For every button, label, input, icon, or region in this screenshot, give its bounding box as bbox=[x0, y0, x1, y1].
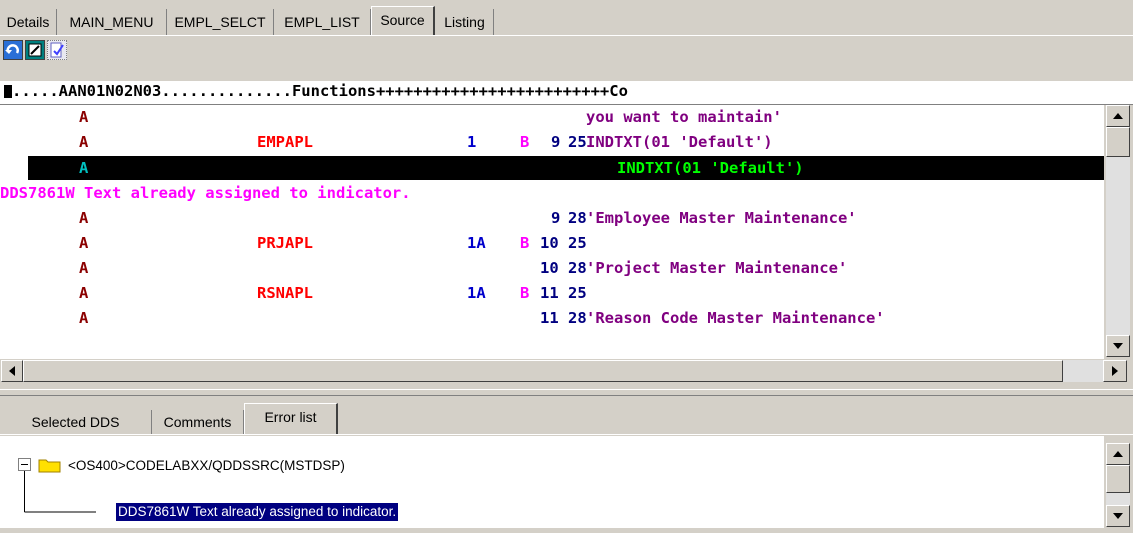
functions-col: 'Employee Master Maintenance' bbox=[586, 209, 857, 227]
length-col: 1A bbox=[467, 284, 486, 302]
col-col: 25 bbox=[568, 234, 587, 252]
error-scroll-track[interactable] bbox=[1106, 493, 1130, 505]
error-list-vertical-scrollbar[interactable] bbox=[1104, 436, 1131, 528]
tab-selected-dds[interactable]: Selected DDS bbox=[0, 410, 152, 434]
horizontal-scroll-track[interactable] bbox=[1063, 360, 1103, 382]
selected-source-line[interactable]: A INDTXT(01 'Default') bbox=[28, 156, 1104, 180]
source-line[interactable]: A 9 28 'Employee Master Maintenance' bbox=[0, 206, 1104, 230]
functions-col: 'Reason Code Master Maintenance' bbox=[586, 309, 885, 327]
scroll-right-button[interactable] bbox=[1103, 360, 1127, 382]
source-horizontal-scrollbar[interactable] bbox=[0, 359, 1131, 384]
tab-empl-list[interactable]: EMPL_LIST bbox=[274, 9, 371, 35]
arrow-left-icon bbox=[9, 366, 15, 376]
row-col: 9 bbox=[551, 209, 561, 227]
bottom-tab-divider bbox=[0, 434, 1133, 435]
source-line[interactable]: A you want to maintain' bbox=[0, 105, 1104, 129]
source-line[interactable]: A RSNAPL 1A B 11 25 bbox=[0, 281, 1104, 305]
tab-details[interactable]: Details bbox=[0, 9, 57, 35]
ruler-text: .....AAN01N02N03..............Functions+… bbox=[12, 82, 628, 100]
collapse-toggle[interactable] bbox=[18, 458, 31, 471]
error-message-line: DDS7861W Text already assigned to indica… bbox=[0, 181, 1104, 205]
arrow-right-icon bbox=[1112, 366, 1118, 376]
column-ruler: .....AAN01N02N03..............Functions+… bbox=[0, 81, 1133, 105]
error-scroll-thumb[interactable] bbox=[1106, 465, 1130, 493]
length-col: 1A bbox=[467, 234, 486, 252]
tab-comments[interactable]: Comments bbox=[152, 410, 244, 434]
toolbar bbox=[0, 38, 1133, 78]
error-scroll-down-button[interactable] bbox=[1106, 505, 1130, 527]
scroll-down-button[interactable] bbox=[1106, 335, 1130, 357]
type-col: A bbox=[79, 259, 89, 277]
scroll-thumb[interactable] bbox=[1106, 127, 1130, 157]
functions-col: you want to maintain' bbox=[586, 108, 782, 126]
field-name: RSNAPL bbox=[257, 284, 313, 302]
error-message: DDS7861W Text already assigned to indica… bbox=[0, 184, 411, 202]
row-col: 9 bbox=[551, 133, 561, 151]
functions-col: INDTXT(01 'Default') bbox=[586, 133, 773, 151]
col-col: 25 bbox=[568, 133, 587, 151]
source-line[interactable]: A 11 28 'Reason Code Master Maintenance' bbox=[0, 306, 1104, 330]
row-col: 11 bbox=[540, 284, 559, 302]
top-tab-bar: Details MAIN_MENU EMPL_SELCT EMPL_LIST S… bbox=[0, 0, 1133, 36]
error-list-item[interactable]: DDS7861W Text already assigned to indica… bbox=[116, 503, 399, 521]
type-col: A bbox=[79, 159, 89, 177]
edit-icon bbox=[28, 43, 42, 57]
col-col: 25 bbox=[568, 284, 587, 302]
row-col: 11 bbox=[540, 309, 559, 327]
edit-button[interactable] bbox=[25, 40, 45, 60]
type-col: A bbox=[79, 234, 89, 252]
error-list-panel: <OS400>CODELABXX/QDDSSRC(MSTDSP) DDS7861… bbox=[0, 436, 1104, 528]
arrow-down-icon bbox=[1113, 343, 1123, 349]
col-col: 28 bbox=[568, 259, 587, 277]
field-name: EMPAPL bbox=[257, 133, 313, 151]
tab-main-menu[interactable]: MAIN_MENU bbox=[57, 9, 167, 35]
arrow-up-icon bbox=[1113, 113, 1123, 119]
type-col: A bbox=[79, 309, 89, 327]
arrow-down-icon bbox=[1113, 513, 1123, 519]
tab-source[interactable]: Source bbox=[371, 6, 435, 36]
tab-bar-divider bbox=[0, 35, 1133, 36]
type-col: A bbox=[79, 284, 89, 302]
panel-splitter[interactable] bbox=[0, 389, 1133, 396]
cursor-marker bbox=[4, 85, 12, 98]
source-line[interactable]: A EMPAPL 1 B 9 25 INDTXT(01 'Default') bbox=[0, 130, 1104, 154]
functions-col: INDTXT(01 'Default') bbox=[617, 159, 804, 177]
col-col: 28 bbox=[568, 209, 587, 227]
type-col: A bbox=[79, 209, 89, 227]
refresh-button[interactable] bbox=[3, 40, 23, 60]
horizontal-scroll-thumb[interactable] bbox=[23, 360, 1063, 382]
source-line[interactable]: A 10 28 'Project Master Maintenance' bbox=[0, 256, 1104, 280]
scroll-track[interactable] bbox=[1106, 157, 1130, 335]
tab-empl-selct[interactable]: EMPL_SELCT bbox=[167, 9, 274, 35]
usage-col: B bbox=[520, 133, 530, 151]
type-col: A bbox=[79, 108, 89, 126]
error-scroll-up-button[interactable] bbox=[1106, 443, 1130, 465]
usage-col: B bbox=[520, 284, 530, 302]
field-name: PRJAPL bbox=[257, 234, 313, 252]
source-member-path[interactable]: <OS400>CODELABXX/QDDSSRC(MSTDSP) bbox=[68, 458, 345, 474]
source-line[interactable]: A PRJAPL 1A B 10 25 bbox=[0, 231, 1104, 255]
col-col: 28 bbox=[568, 309, 587, 327]
usage-col: B bbox=[520, 234, 530, 252]
tab-error-list[interactable]: Error list bbox=[244, 403, 338, 434]
type-col: A bbox=[79, 133, 89, 151]
tab-listing[interactable]: Listing bbox=[436, 9, 494, 35]
source-editor[interactable]: A you want to maintain' A EMPAPL 1 B 9 2… bbox=[0, 105, 1104, 359]
functions-col: 'Project Master Maintenance' bbox=[586, 259, 848, 277]
arrow-up-icon bbox=[1113, 451, 1123, 457]
check-icon bbox=[50, 42, 64, 58]
refresh-icon bbox=[5, 44, 19, 54]
length-col: 1 bbox=[467, 133, 477, 151]
folder-icon bbox=[38, 459, 61, 473]
row-col: 10 bbox=[540, 259, 559, 277]
verify-button[interactable] bbox=[47, 40, 67, 60]
source-vertical-scrollbar[interactable] bbox=[1104, 105, 1131, 359]
scroll-up-button[interactable] bbox=[1106, 105, 1130, 127]
row-col: 10 bbox=[540, 234, 559, 252]
scroll-left-button[interactable] bbox=[1, 360, 23, 382]
